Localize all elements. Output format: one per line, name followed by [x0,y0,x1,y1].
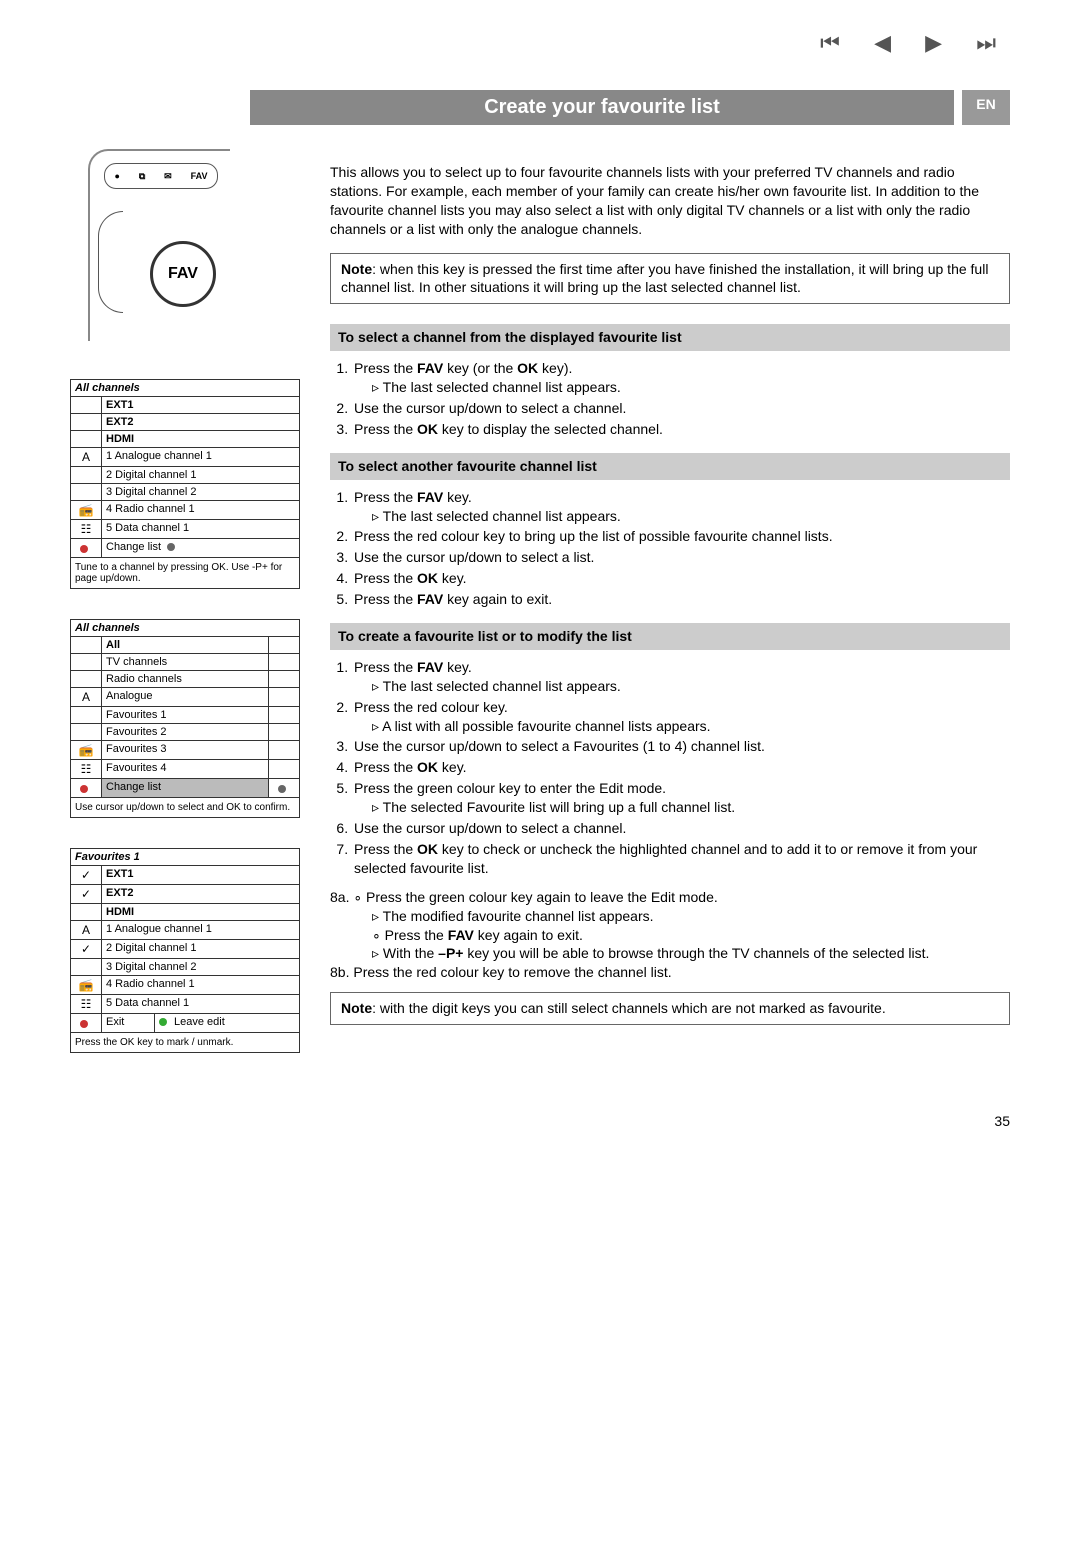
step-8a: 8a. ∘ Press the green colour key again t… [330,888,1010,964]
section-1-header: To select a channel from the displayed f… [330,324,1010,351]
play-icon[interactable]: ▶ [925,30,952,55]
step-8b: 8b. Press the red colour key to remove t… [330,963,1010,982]
note-box-1: Note: when this key is pressed the first… [330,253,1010,305]
main-text: This allows you to select up to four fav… [330,149,1010,1045]
language-badge: EN [962,90,1010,125]
note-box-2: Note: with the digit keys you can still … [330,992,1010,1025]
remote-fav-button: FAV [150,241,216,307]
osd-list-select: All channels All TV channels Radio chann… [70,619,300,818]
osd-all-channels: All channels EXT1 EXT2 HDMI A1 Analogue … [70,379,300,589]
section-3-header: To create a favourite list or to modify … [330,623,1010,650]
remote-top-row: ● ⧉ ✉ FAV [104,163,218,189]
left-illustrations: ● ⧉ ✉ FAV FAV All channels EXT1 EXT2 HDM… [70,149,300,1083]
section-3-steps: Press the FAV key. The last selected cha… [352,658,1010,878]
section-2-steps: Press the FAV key. The last selected cha… [352,488,1010,609]
prev-icon[interactable]: ◀ [874,30,901,55]
top-nav-icons: ⏮ ◀ ▶ ⏭ [816,30,1010,56]
next-icon[interactable]: ⏭ [976,30,1006,55]
page-title: Create your favourite list [250,90,954,125]
remote-illustration: ● ⧉ ✉ FAV FAV [70,149,300,349]
manual-page: ⏮ ◀ ▶ ⏭ Create your favourite list EN ● … [0,0,1080,1189]
page-number: 35 [70,1113,1010,1129]
remote-dpad [98,211,123,313]
intro-paragraph: This allows you to select up to four fav… [330,163,1010,239]
section-2-header: To select another favourite channel list [330,453,1010,480]
first-icon[interactable]: ⏮ [820,30,850,55]
osd-favourites-edit: Favourites 1 ✓EXT1 ✓EXT2 HDMI A1 Analogu… [70,848,300,1053]
section-1-steps: Press the FAV key (or the OK key). The l… [352,359,1010,439]
